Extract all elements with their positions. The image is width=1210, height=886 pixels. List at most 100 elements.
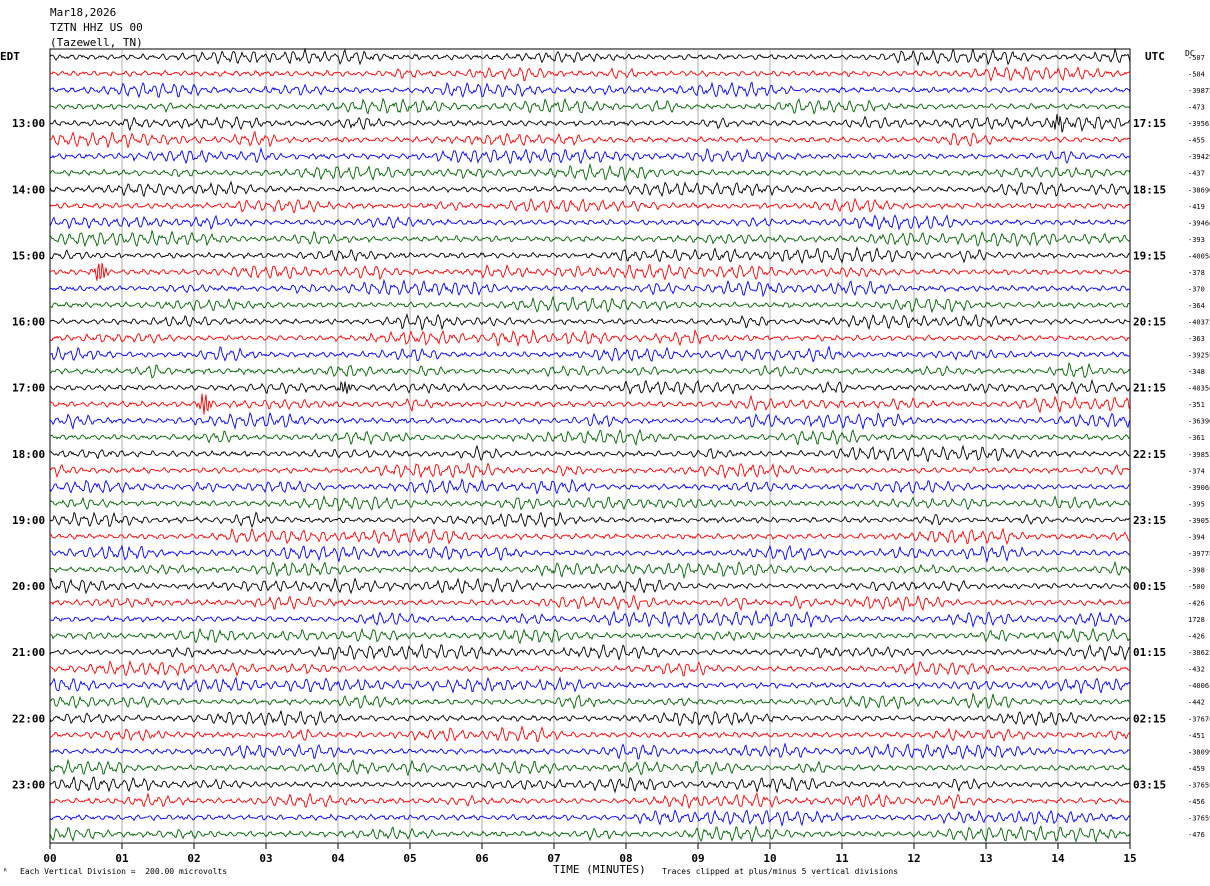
trace-row	[49, 609, 1131, 628]
x-tick-label: 06	[475, 852, 489, 865]
trace-row	[49, 478, 1131, 495]
dc-offset-label: -378	[1188, 269, 1205, 277]
dc-offset-label: -39466	[1188, 219, 1210, 227]
trace-row	[49, 725, 1131, 743]
trace-row	[49, 130, 1131, 149]
dc-offset-label: -38690	[1188, 186, 1210, 194]
trace-row	[49, 97, 1131, 115]
trace-row	[49, 577, 1131, 595]
trace-row	[49, 809, 1131, 828]
dc-offset-label: -426	[1188, 633, 1205, 641]
right-hour-label: 02:15	[1133, 712, 1166, 725]
left-hour-label: 18:00	[12, 448, 45, 461]
dc-offset-label: -37659	[1188, 781, 1210, 789]
dc-offset-label: -39065	[1188, 484, 1210, 492]
trace-row	[49, 214, 1131, 231]
x-tick-label: 13	[979, 852, 992, 865]
left-hour-label: 13:00	[12, 117, 45, 130]
left-hour-label: 23:00	[12, 778, 45, 791]
trace-row	[49, 594, 1131, 612]
plot-frame	[49, 48, 1131, 844]
dc-offset-label: -456	[1188, 798, 1205, 806]
left-hour-label: 20:00	[12, 580, 45, 593]
x-tick-label: 00	[43, 852, 56, 865]
dc-offset-label: -39429	[1188, 153, 1210, 161]
left-hour-label: 17:00	[12, 382, 45, 395]
trace-row	[49, 710, 1131, 727]
x-tick-label: 09	[691, 852, 704, 865]
trace-row	[49, 328, 1131, 347]
trace-row	[49, 411, 1131, 431]
right-hour-label: 00:15	[1133, 580, 1166, 593]
trace-row	[49, 659, 1131, 677]
dc-offset-label: -39875	[1188, 87, 1210, 95]
trace-row	[49, 775, 1131, 794]
dc-offset-label: -37676	[1188, 715, 1210, 723]
dc-offset-label: -37659	[1188, 814, 1210, 822]
trace-row	[49, 792, 1131, 810]
left-hour-label: 14:00	[12, 183, 45, 196]
dc-offset-label: -39563	[1188, 120, 1210, 128]
dc-offset-label: -451	[1188, 732, 1205, 740]
right-hour-label: 01:15	[1133, 646, 1166, 659]
left-hour-label: 15:00	[12, 249, 45, 262]
trace-row	[49, 462, 1130, 480]
trace-row	[49, 494, 1131, 512]
dc-offset-label: -40058	[1188, 252, 1210, 260]
dc-offset-label: -374	[1188, 467, 1205, 475]
trace-row	[49, 825, 1131, 843]
trace-row	[49, 742, 1131, 760]
trace-row	[49, 560, 1131, 580]
trace-row	[49, 361, 1131, 379]
right-hour-label: 21:15	[1133, 382, 1166, 395]
trace-row	[49, 428, 1131, 447]
right-hour-label: 03:15	[1133, 778, 1166, 791]
dc-offset-label: -442	[1188, 699, 1205, 707]
seismogram-plot: 00 01 02 03 04 05 06 07 08 09 10 11 12 13 14 15-507-504…	[12, 47, 1210, 865]
trace-row	[49, 197, 1131, 214]
dc-offset-label: -432	[1188, 666, 1205, 674]
dc-offset-label: -504	[1188, 71, 1205, 79]
trace-row	[49, 444, 1131, 463]
trace-row	[49, 511, 1130, 529]
x-tick-label: 11	[835, 852, 849, 865]
dc-offset-label: -351	[1188, 401, 1205, 409]
dc-offset-label: -437	[1188, 170, 1205, 178]
x-axis-title: TIME (MINUTES)	[553, 863, 646, 876]
dc-offset-label: -393	[1188, 236, 1205, 244]
dc-offset-label: -39778	[1188, 550, 1210, 558]
dc-offset-label: -459	[1188, 765, 1205, 773]
dc-offset-label: -455	[1188, 137, 1205, 145]
trace-row	[49, 47, 1131, 67]
trace-row	[49, 146, 1131, 165]
right-hour-label: 19:15	[1133, 249, 1166, 262]
x-tick-label: 05	[403, 852, 416, 865]
dc-offset-label: -395	[1188, 500, 1205, 508]
left-hour-label: 16:00	[12, 316, 45, 329]
trace-row	[49, 278, 1131, 298]
right-hour-label: 18:15	[1133, 183, 1166, 196]
dc-offset-label: -500	[1188, 583, 1205, 591]
left-hour-label: 21:00	[12, 646, 45, 659]
dc-offset-label: -40063	[1188, 682, 1210, 690]
dc-offset-label: -473	[1188, 104, 1205, 112]
dc-offset-label: -476	[1188, 831, 1205, 839]
trace-row	[49, 378, 1131, 396]
trace-row	[49, 296, 1131, 314]
dc-offset-label: -39053	[1188, 517, 1210, 525]
trace-row	[49, 312, 1131, 331]
dc-offset-label: -364	[1188, 302, 1205, 310]
dc-offset-label: -361	[1188, 434, 1205, 442]
trace-row	[49, 692, 1131, 710]
trace-row	[49, 393, 1131, 415]
trace-row	[49, 263, 1131, 281]
right-hour-label: 23:15	[1133, 514, 1166, 527]
dc-offset-label: -348	[1188, 368, 1205, 376]
x-tick-label: 10	[763, 852, 776, 865]
dc-offset-label: 1728	[1188, 616, 1205, 624]
right-hour-label: 17:15	[1133, 117, 1166, 130]
trace-row	[49, 180, 1131, 198]
trace-row	[49, 162, 1131, 182]
dc-offset-label: -39852	[1188, 451, 1210, 459]
dc-offset-label: -40356	[1188, 385, 1210, 393]
